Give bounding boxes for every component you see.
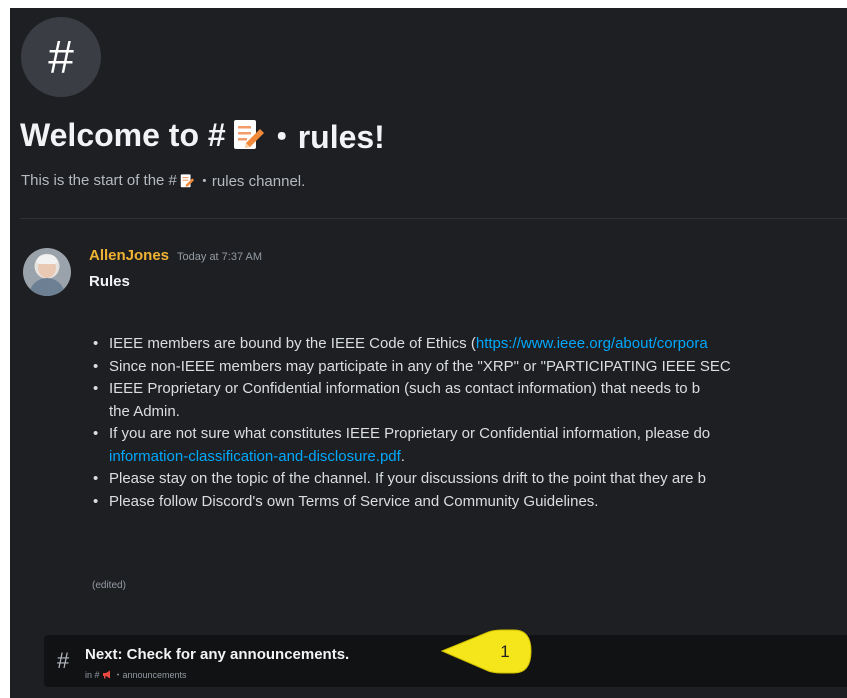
start-prefix: This is the start of the # [21, 172, 177, 189]
start-suffix: ・rules channel. [196, 173, 306, 190]
next-sub-channel: ・announcements [113, 670, 187, 680]
rules-list: IEEE members are bound by the IEEE Code … [89, 333, 731, 513]
avatar-hair [37, 255, 57, 264]
list-item: IEEE Proprietary or Confidential informa… [89, 378, 731, 423]
rule-text: IEEE members are bound by the IEEE Code … [109, 335, 476, 352]
channel-view: # Welcome to # ・rules! This is the start… [10, 8, 847, 698]
welcome-prefix: Welcome to # [20, 116, 226, 153]
welcome-suffix: ・rules! [265, 119, 385, 155]
rule-text-continued: the Admin. [109, 402, 180, 420]
memo-icon [233, 120, 264, 149]
rule-text: Please follow Discord's own Terms of Ser… [109, 492, 599, 510]
message-header: AllenJones Today at 7:37 AM [89, 247, 262, 264]
hash-icon: # [21, 17, 101, 97]
rule-text-tail: . [400, 447, 405, 465]
next-title[interactable]: Next: Check for any announcements. [85, 646, 349, 663]
divider [20, 218, 847, 219]
list-item: Please follow Discord's own Terms of Ser… [89, 491, 731, 514]
list-item: Since non-IEEE members may participate i… [89, 356, 731, 379]
message-title: Rules [89, 273, 130, 290]
megaphone-icon [102, 670, 110, 679]
channel-start-text: This is the start of the # ・rules channe… [21, 170, 305, 191]
ethics-link[interactable]: https://www.ieee.org/about/corpora [476, 335, 708, 352]
rule-text: IEEE Proprietary or Confidential informa… [109, 380, 701, 397]
rule-text: Please stay on the topic of the channel.… [109, 470, 707, 487]
welcome-heading: Welcome to # ・rules! [20, 112, 385, 158]
avatar[interactable] [23, 248, 71, 296]
callout-number: 1 [500, 642, 510, 661]
next-subtitle: in # ・announcements [85, 668, 187, 681]
rule-text: Since non-IEEE members may participate i… [109, 357, 731, 375]
hash-icon: # [57, 648, 70, 673]
edited-label: (edited) [92, 580, 126, 591]
author-name[interactable]: AllenJones [89, 247, 169, 264]
message-timestamp: Today at 7:37 AM [177, 251, 263, 263]
list-item: IEEE members are bound by the IEEE Code … [89, 333, 731, 356]
disclosure-pdf-link[interactable]: information-classification-and-disclosur… [109, 448, 401, 465]
memo-icon [180, 173, 195, 187]
next-sub-prefix: in # [85, 669, 100, 680]
list-item: Please stay on the topic of the channel.… [89, 468, 731, 491]
list-item: If you are not sure what constitutes IEE… [89, 423, 731, 468]
avatar-shirt [29, 278, 65, 296]
rule-text: If you are not sure what constitutes IEE… [109, 425, 711, 442]
